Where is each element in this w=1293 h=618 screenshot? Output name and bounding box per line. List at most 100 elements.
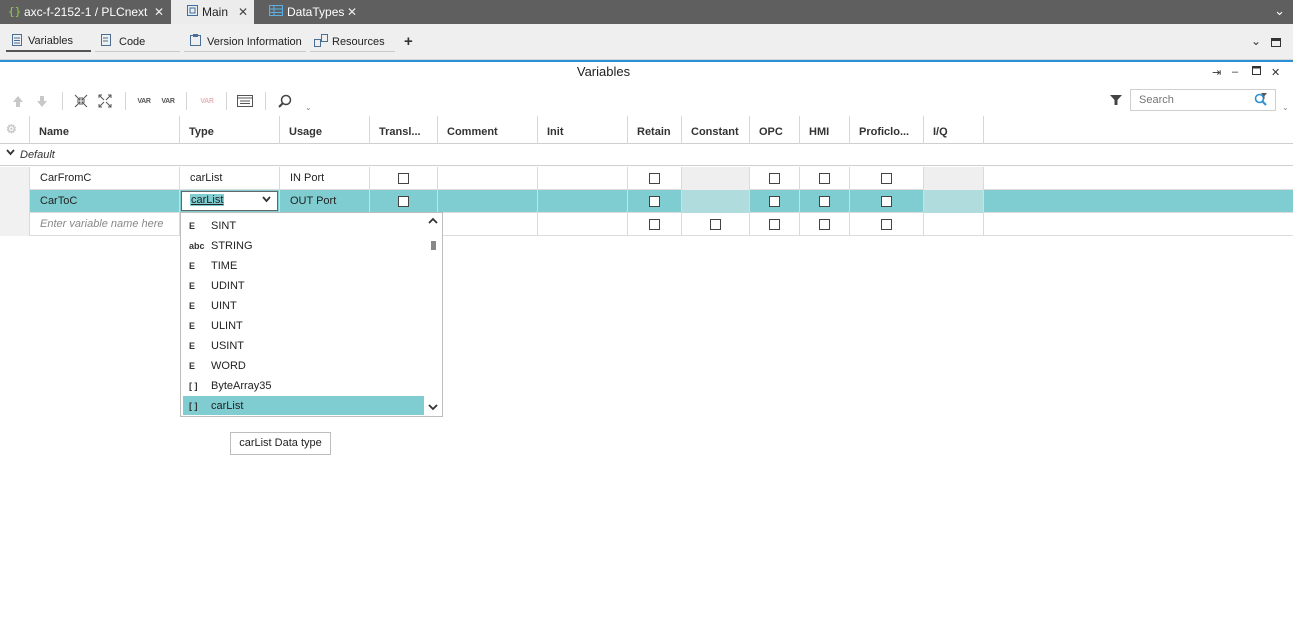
translation-checkbox[interactable] [398, 173, 409, 184]
filter-icon[interactable] [1110, 94, 1122, 109]
move-up-icon[interactable] [9, 92, 27, 110]
hmi-checkbox[interactable] [819, 173, 830, 184]
column-header-iq[interactable]: I/Q [924, 116, 984, 144]
tab-device[interactable]: {} axc-f-2152-1 / PLCnext ✕ [0, 0, 170, 24]
list-item[interactable]: E ULINT [183, 316, 424, 335]
cell-comment[interactable] [438, 213, 538, 236]
row-header[interactable] [0, 190, 30, 213]
column-header-proficloud[interactable]: Proficlo... [850, 116, 924, 144]
list-item[interactable]: abc STRING [183, 236, 424, 255]
opc-checkbox[interactable] [769, 173, 780, 184]
type-dropdown-list: E SINT abc STRING E TIME E UDINT E UINT E ULIN… [180, 212, 443, 417]
scroll-down-icon[interactable] [428, 402, 438, 414]
expand-all-icon[interactable] [96, 92, 114, 110]
tab-datatypes[interactable]: DataTypes ✕ [255, 0, 363, 24]
proficloud-checkbox[interactable] [881, 173, 892, 184]
elementary-type-icon: E [189, 280, 196, 291]
add-variable-icon[interactable]: VAR [135, 92, 153, 110]
cell-retain [628, 190, 682, 213]
chevron-down-icon[interactable] [6, 148, 15, 159]
list-item[interactable]: E UINT [183, 296, 424, 315]
cell-init[interactable] [538, 213, 628, 236]
close-icon[interactable]: ✕ [238, 5, 248, 19]
minimize-icon[interactable]: – [1232, 66, 1238, 78]
column-header-init[interactable]: Init [538, 116, 628, 144]
find-icon[interactable] [276, 92, 294, 110]
constant-checkbox[interactable] [710, 219, 721, 230]
pin-icon[interactable]: ⇥ [1212, 66, 1221, 79]
list-item[interactable]: E TIME [183, 256, 424, 275]
retain-checkbox[interactable] [649, 196, 660, 207]
proficloud-checkbox[interactable] [881, 219, 892, 230]
translation-checkbox[interactable] [398, 196, 409, 207]
search-input[interactable] [1131, 90, 1251, 110]
chevron-down-icon[interactable]: ⌄ [305, 103, 312, 112]
tab-code[interactable]: Code [95, 32, 180, 52]
cell-name[interactable]: CarToC [30, 190, 180, 213]
cell-usage[interactable]: IN Port [280, 167, 370, 190]
delete-variable-icon[interactable]: VAR [198, 92, 216, 110]
move-down-icon[interactable] [33, 92, 51, 110]
add-variable-below-icon[interactable]: VAR [159, 92, 177, 110]
tab-variables[interactable]: Variables [6, 32, 91, 52]
close-icon[interactable]: ✕ [154, 5, 164, 19]
search-icon[interactable] [1254, 93, 1267, 109]
column-header-type[interactable]: Type [180, 116, 280, 144]
chevron-down-icon[interactable]: ⌄ [1274, 3, 1285, 19]
type-combobox[interactable]: carList [181, 191, 278, 211]
row-header[interactable] [0, 167, 30, 190]
scrollbar-thumb[interactable] [431, 241, 436, 250]
group-row-default[interactable]: Default [0, 144, 1293, 166]
tab-resources[interactable]: Resources [310, 32, 395, 52]
cell-usage[interactable]: OUT Port [280, 190, 370, 213]
maximize-icon[interactable] [1252, 66, 1261, 78]
opc-checkbox[interactable] [769, 219, 780, 230]
hmi-checkbox[interactable] [819, 196, 830, 207]
cell-comment[interactable] [438, 167, 538, 190]
add-tab-button[interactable]: + [404, 33, 413, 50]
cell-init[interactable] [538, 167, 628, 190]
retain-checkbox[interactable] [649, 219, 660, 230]
column-header-usage[interactable]: Usage [280, 116, 370, 144]
row-header[interactable] [0, 213, 30, 236]
list-item[interactable]: E SINT [183, 216, 424, 235]
cell-type[interactable]: carList [180, 167, 280, 190]
hmi-checkbox[interactable] [819, 219, 830, 230]
list-item[interactable]: [ ] ByteArray35 [183, 376, 424, 395]
chevron-down-icon[interactable]: ⌄ [1282, 103, 1289, 112]
collapse-all-icon[interactable] [72, 92, 90, 110]
proficloud-checkbox[interactable] [881, 196, 892, 207]
scroll-up-icon[interactable] [428, 215, 438, 227]
table-view-icon[interactable] [236, 92, 254, 110]
settings-icon: ⚙ [6, 122, 17, 136]
type-combobox-value[interactable]: carList [190, 194, 225, 206]
table-row[interactable]: CarFromC carList IN Port [0, 167, 1293, 190]
tab-version-information[interactable]: Version Information [184, 32, 306, 52]
column-header-constant[interactable]: Constant [682, 116, 750, 144]
column-header-comment[interactable]: Comment [438, 116, 538, 144]
chevron-down-icon[interactable] [262, 195, 271, 206]
list-item-selected[interactable]: [ ] carList [183, 396, 424, 415]
tab-main[interactable]: Main ✕ [171, 0, 254, 24]
cell-init[interactable] [538, 190, 628, 213]
elementary-type-icon: E [189, 220, 196, 231]
column-header-opc[interactable]: OPC [750, 116, 800, 144]
close-icon[interactable]: ✕ [1271, 66, 1280, 79]
list-item[interactable]: E USINT [183, 336, 424, 355]
opc-checkbox[interactable] [769, 196, 780, 207]
list-item[interactable]: E UDINT [183, 276, 424, 295]
column-header-retain[interactable]: Retain [628, 116, 682, 144]
maximize-icon[interactable] [1271, 36, 1281, 50]
cell-name[interactable]: CarFromC [30, 167, 180, 190]
new-variable-name-input[interactable]: Enter variable name here [30, 213, 180, 236]
cell-comment[interactable] [438, 190, 538, 213]
chevron-down-icon[interactable]: ⌄ [1251, 34, 1261, 48]
row-header-settings[interactable]: ⚙ [0, 116, 30, 144]
close-icon[interactable]: ✕ [347, 5, 357, 19]
column-header-translation[interactable]: Transl... [370, 116, 438, 144]
list-item[interactable]: E WORD [183, 356, 424, 375]
cell-hmi [800, 167, 850, 190]
column-header-hmi[interactable]: HMI [800, 116, 850, 144]
column-header-name[interactable]: Name [30, 116, 180, 144]
retain-checkbox[interactable] [649, 173, 660, 184]
